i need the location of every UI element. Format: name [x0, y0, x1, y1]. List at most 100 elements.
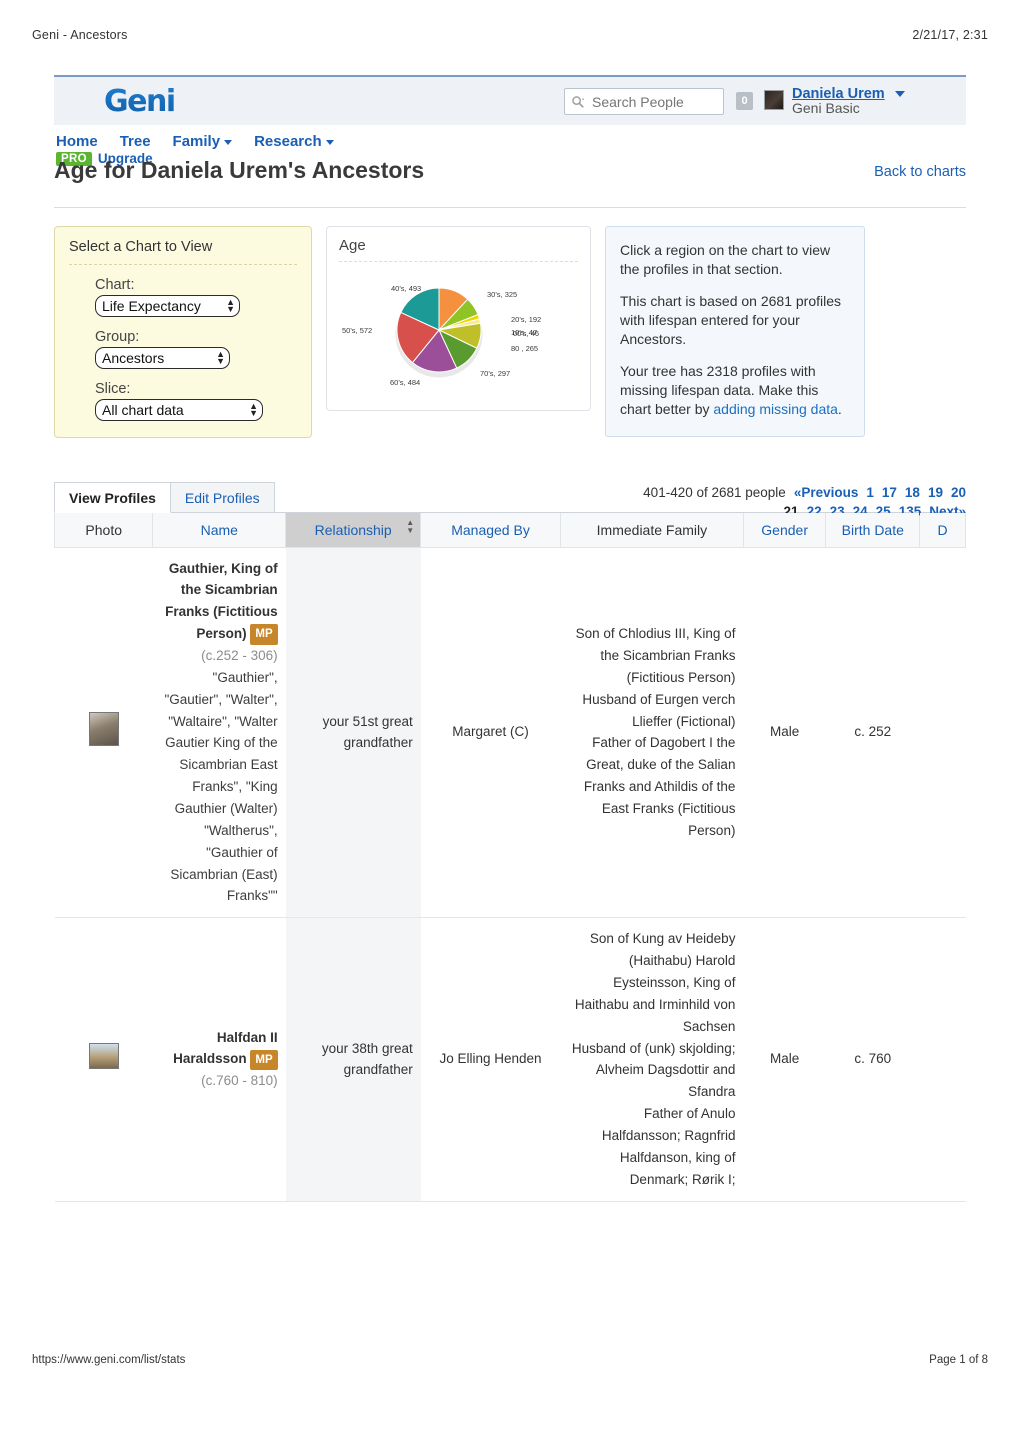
- info-line-3: Your tree has 2318 profiles with missing…: [620, 362, 850, 420]
- table-row[interactable]: Halfdan II Haraldsson MP (c.760 - 810) y…: [54, 917, 966, 1202]
- cell-immediate-family: Son of Chlodius III, King of the Sicambr…: [560, 547, 744, 919]
- column-header-immediate-family[interactable]: Immediate Family: [559, 513, 744, 548]
- group-field: Group: Ancestors ▲ ▼: [95, 329, 297, 369]
- mp-badge: MP: [250, 1049, 278, 1071]
- select-arrows-icon: ▲ ▼: [249, 401, 258, 418]
- info-line-3-post: .: [837, 401, 842, 418]
- tab-view-profiles[interactable]: View Profiles: [54, 482, 171, 513]
- table-row[interactable]: Gauthier, King of the Sicambrian Franks …: [54, 547, 966, 919]
- adding-missing-data-link[interactable]: adding missing data: [713, 401, 838, 417]
- cell-birth-date: c. 252: [825, 547, 920, 919]
- tab-edit-profiles[interactable]: Edit Profiles: [170, 482, 275, 512]
- avatar[interactable]: [764, 90, 784, 110]
- title-row: Age for Daniela Urem's Ancestors Back to…: [54, 157, 966, 197]
- info-line-1: Click a region on the chart to view the …: [620, 242, 831, 278]
- cell-immediate-family: Son of Kung av Heideby (Haithabu) Harold…: [560, 917, 744, 1202]
- table-header-row: Photo Name Relationship ▲ ▼ Managed By Imm…: [53, 513, 966, 548]
- pie-chart[interactable]: 40's, 493 30's, 325 20's, 192 10's, 47 0…: [339, 268, 578, 398]
- group-select[interactable]: Ancestors ▲ ▼: [95, 347, 230, 369]
- cell-managed-by[interactable]: Margaret (C): [420, 547, 561, 919]
- column-header-name[interactable]: Name: [152, 513, 287, 548]
- sort-ascending-icon: ▲ ▼: [406, 518, 415, 535]
- chart-select[interactable]: Life Expectancy ▲ ▼: [95, 295, 240, 317]
- profile-photo-thumbnail[interactable]: [88, 1042, 119, 1069]
- pie-label-70s: 70's, 297: [480, 369, 511, 378]
- pagination-page-17[interactable]: 17: [882, 485, 897, 500]
- page-content: Geni 0 Daniela Urem Geni Basic Home Tree…: [53, 75, 966, 1202]
- title-divider: [54, 207, 966, 208]
- print-page-number: Page 1 of 8: [929, 1354, 988, 1366]
- cell-gender: Male: [743, 547, 826, 919]
- slice-field: Slice: All chart data ▲ ▼: [95, 381, 297, 421]
- cell-photo[interactable]: [54, 917, 153, 1202]
- search-icon: [572, 95, 585, 108]
- pie-label-60s: 60's, 484: [390, 378, 421, 387]
- message-count-badge[interactable]: 0: [736, 92, 753, 110]
- nav-item-family-label: Family: [172, 133, 221, 150]
- age-chart-panel: Age 40's, 493 30's, 325 20's, 192 10's, …: [326, 226, 591, 411]
- print-doc-title: Geni - Ancestors: [32, 28, 128, 42]
- pie-label-40s: 40's, 493: [391, 284, 422, 293]
- chevron-down-icon: [224, 139, 233, 145]
- select-arrows-icon: ▲ ▼: [226, 297, 235, 314]
- pagination-count: 401-420 of 2681 people: [643, 485, 786, 500]
- cell-relationship: your 38th great grandfather: [285, 917, 421, 1202]
- nav-item-research-label: Research: [254, 133, 322, 150]
- column-header-relationship[interactable]: Relationship ▲ ▼: [285, 513, 422, 548]
- column-header-photo[interactable]: Photo: [53, 513, 154, 548]
- chart-field-label: Chart:: [95, 277, 135, 293]
- pagination-page-18[interactable]: 18: [905, 485, 920, 500]
- page-title: Age for Daniela Urem's Ancestors: [54, 157, 425, 183]
- cell-managed-by[interactable]: Jo Elling Henden: [420, 917, 561, 1202]
- print-timestamp: 2/21/17, 2:31: [912, 28, 988, 42]
- profile-photo-thumbnail[interactable]: [88, 711, 119, 746]
- pagination-previous[interactable]: «Previous: [794, 485, 859, 500]
- chevron-down-icon: [895, 90, 906, 97]
- pagination-page-1[interactable]: 1: [866, 485, 874, 500]
- column-header-birth-date[interactable]: Birth Date: [825, 513, 921, 548]
- cell-death-date: [919, 547, 966, 919]
- chart-title: Age: [339, 237, 578, 262]
- nav-item-research[interactable]: Research: [254, 133, 334, 150]
- search-box[interactable]: [564, 88, 724, 115]
- profile-aka: "Gauthier", "Gautier", "Walter", "Waltai…: [164, 669, 278, 904]
- column-header-death-date[interactable]: D: [919, 513, 966, 548]
- pie-chart-svg[interactable]: [339, 268, 580, 398]
- mp-badge: MP: [250, 624, 278, 645]
- chart-field: Chart: Life Expectancy ▲ ▼: [95, 277, 297, 317]
- chart-panels: Select a Chart to View Chart: Life Expec…: [54, 226, 966, 438]
- slice-select[interactable]: All chart data ▲ ▼: [95, 399, 263, 421]
- profiles-toolbar: View Profiles Edit Profiles 401-420 of 2…: [54, 482, 966, 519]
- print-url: https://www.geni.com/list/stats: [32, 1354, 186, 1366]
- search-input[interactable]: [590, 92, 717, 111]
- profiles-table: Photo Name Relationship ▲ ▼ Managed By Imm…: [53, 513, 966, 1202]
- group-select-value: Ancestors: [102, 350, 165, 366]
- column-header-relationship-label: Relationship: [314, 521, 392, 538]
- back-to-charts-link[interactable]: Back to charts: [874, 164, 966, 180]
- pagination-page-19[interactable]: 19: [928, 485, 943, 500]
- slice-select-value: All chart data: [102, 402, 184, 418]
- cell-photo[interactable]: [54, 547, 153, 919]
- pie-label-30s: 30's, 325: [487, 290, 518, 299]
- slice-field-label: Slice:: [95, 381, 131, 397]
- nav-item-family[interactable]: Family: [173, 133, 233, 150]
- chart-select-value: Life Expectancy: [102, 298, 201, 314]
- cell-name[interactable]: Gauthier, King of the Sicambrian Franks …: [152, 547, 286, 919]
- geni-logo[interactable]: Geni: [104, 84, 176, 119]
- select-chart-title: Select a Chart to View: [69, 239, 297, 265]
- cell-death-date: [919, 917, 966, 1202]
- column-header-gender[interactable]: Gender: [742, 513, 827, 548]
- profile-lifespan: (c.760 - 810): [201, 1073, 278, 1089]
- nav-item-home[interactable]: Home: [56, 133, 98, 150]
- pie-label-00s: 00's, 46: [513, 329, 540, 338]
- print-footer: https://www.geni.com/list/stats Page 1 o…: [32, 1354, 988, 1366]
- column-header-managed-by[interactable]: Managed By: [420, 513, 561, 548]
- chevron-down-icon: [325, 139, 334, 145]
- pagination-page-20[interactable]: 20: [951, 485, 966, 500]
- pie-label-20s: 20's, 192: [511, 315, 542, 324]
- user-menu[interactable]: Daniela Urem Geni Basic: [792, 85, 906, 116]
- cell-birth-date: c. 760: [825, 917, 920, 1202]
- cell-relationship: your 51st great grandfather: [285, 547, 421, 919]
- cell-name[interactable]: Halfdan II Haraldsson MP (c.760 - 810): [152, 917, 286, 1202]
- nav-item-tree[interactable]: Tree: [120, 133, 151, 150]
